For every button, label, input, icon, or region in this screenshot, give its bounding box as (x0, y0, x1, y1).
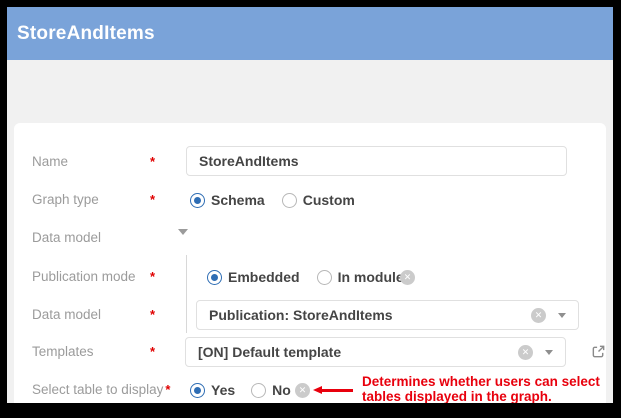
data-model-select-value: Publication: StoreAndItems (209, 307, 531, 323)
select-table-label: Select table to display* (32, 382, 170, 397)
chevron-down-icon[interactable] (545, 350, 553, 355)
circle-x-icon[interactable]: ✕ (518, 345, 533, 360)
data-model-select[interactable]: Publication: StoreAndItems ✕ (196, 300, 579, 330)
required-asterisk: * (150, 269, 155, 284)
required-asterisk: * (150, 154, 155, 169)
radio-option-embedded[interactable]: Embedded (207, 269, 300, 285)
required-asterisk: * (150, 192, 155, 207)
select-table-radio-group: Yes No (190, 382, 291, 398)
data-model-section-label: Data model (32, 230, 101, 245)
chevron-down-icon[interactable] (558, 313, 566, 318)
radio-label: Embedded (228, 269, 300, 285)
radio-icon[interactable] (207, 270, 222, 285)
page-background: StoreAndItems Name * Graph type * Schema… (7, 7, 613, 403)
circle-x-icon[interactable]: ✕ (531, 308, 546, 323)
templates-select-value: [ON] Default template (198, 344, 518, 360)
annotation-text: Determines whether users can select tabl… (362, 374, 600, 403)
radio-icon[interactable] (190, 383, 205, 398)
radio-icon[interactable] (251, 383, 266, 398)
radio-label: Custom (303, 192, 355, 208)
radio-option-no[interactable]: No (251, 382, 291, 398)
annotation-line-1: Determines whether users can select (362, 374, 600, 389)
radio-option-custom[interactable]: Custom (282, 192, 355, 208)
radio-option-in-module[interactable]: In module (317, 269, 404, 285)
radio-label: Yes (211, 382, 235, 398)
window-frame: StoreAndItems Name * Graph type * Schema… (0, 0, 621, 418)
page-title: StoreAndItems (17, 23, 155, 45)
circle-x-icon[interactable]: ✕ (400, 270, 415, 285)
circle-x-icon[interactable]: ✕ (295, 383, 310, 398)
required-asterisk: * (150, 344, 155, 359)
radio-option-schema[interactable]: Schema (190, 192, 265, 208)
radio-option-yes[interactable]: Yes (190, 382, 235, 398)
radio-label: Schema (211, 192, 265, 208)
annotation-arrow (313, 386, 353, 394)
radio-icon[interactable] (282, 193, 297, 208)
name-input[interactable] (186, 146, 567, 176)
publication-mode-label: Publication mode (32, 269, 136, 284)
radio-label: In module (338, 269, 404, 285)
radio-icon[interactable] (317, 270, 332, 285)
chevron-down-icon[interactable] (178, 235, 188, 253)
data-model-label: Data model (32, 307, 101, 322)
graph-type-label: Graph type (32, 192, 99, 207)
templates-select[interactable]: [ON] Default template ✕ (185, 337, 566, 367)
publication-mode-radio-group: Embedded In module (207, 269, 404, 285)
graph-type-radio-group: Schema Custom (190, 192, 355, 208)
external-link-icon[interactable] (591, 344, 606, 359)
templates-label: Templates (32, 344, 94, 359)
radio-label: No (272, 382, 291, 398)
select-table-label-text: Select table to display (32, 382, 163, 397)
required-asterisk: * (165, 382, 170, 397)
annotation-line-2: tables displayed in the graph. (362, 389, 600, 403)
required-asterisk: * (150, 307, 155, 322)
radio-icon[interactable] (190, 193, 205, 208)
form-card: Name * Graph type * Schema Custom Data m… (14, 123, 606, 403)
group-indent-line (186, 255, 187, 333)
page-title-bar: StoreAndItems (7, 7, 613, 60)
name-label: Name (32, 154, 68, 169)
